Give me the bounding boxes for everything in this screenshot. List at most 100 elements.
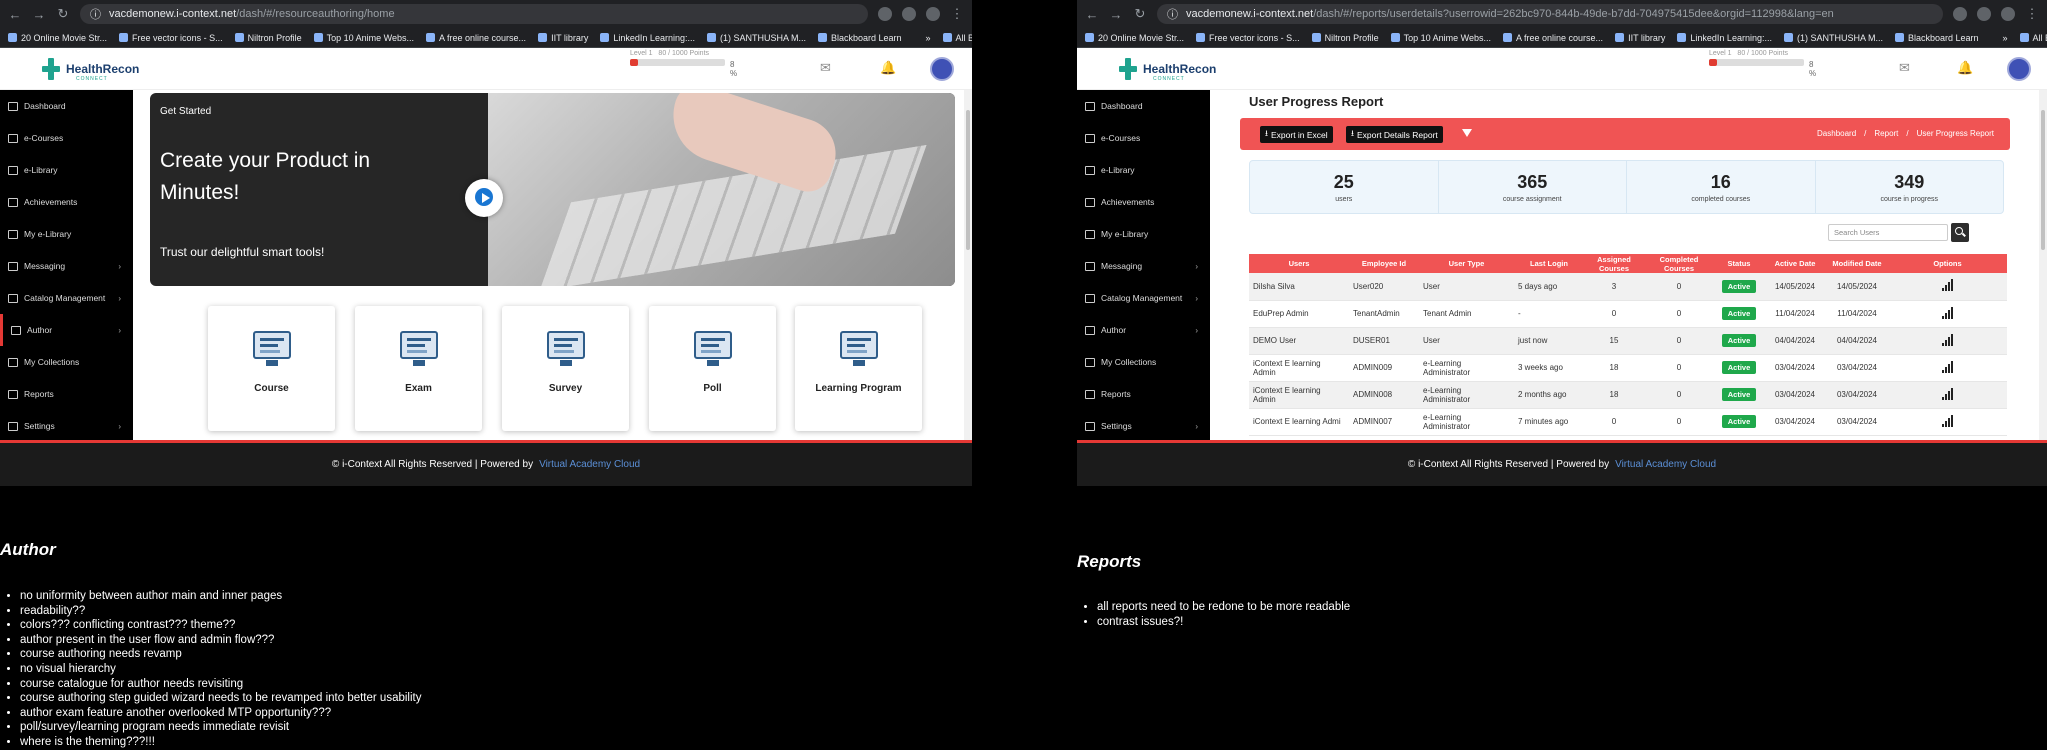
scrollbar[interactable] [2039,90,2047,440]
sidebar-item-settings[interactable]: Settings › [1077,410,1210,442]
mail-icon[interactable]: ✉ [820,60,831,76]
bookmark-item[interactable]: A free online course... [1503,33,1603,43]
progress-chart-icon[interactable] [1942,333,1953,346]
table-row[interactable]: iContext E learning Admin ADMIN009 e-Learn… [1249,354,2007,382]
column-header[interactable]: Active Date [1764,254,1826,273]
sidebar-item-my-collections[interactable]: My Collections [0,346,133,378]
footer-link[interactable]: Virtual Academy Cloud [539,459,640,470]
progress-chart-icon[interactable] [1942,360,1953,373]
profile-icon[interactable] [2001,7,2015,21]
mail-icon[interactable]: ✉ [1899,60,1910,76]
column-header[interactable]: Users [1249,254,1349,273]
bookmark-item[interactable]: Top 10 Anime Webs... [313,33,414,43]
bookmark-item[interactable]: All Bookmarks [942,33,972,43]
card-learning-program[interactable]: Learning Program [795,306,922,431]
sidebar-item-dashboard[interactable]: Dashboard [1077,90,1210,122]
column-header[interactable]: Last Login [1514,254,1584,273]
site-info-icon[interactable]: ⓘ [1167,6,1178,22]
back-icon[interactable]: ← [8,7,22,22]
sidebar-item-achievements[interactable]: Achievements [0,186,133,218]
breadcrumb-item[interactable]: Dashboard [1817,129,1856,138]
card-exam[interactable]: Exam [355,306,482,431]
bookmark-item[interactable]: Blackboard Learn [1894,33,1979,43]
sidebar-item-achievements[interactable]: Achievements [1077,186,1210,218]
sidebar-item-reports[interactable]: Reports [1077,378,1210,410]
profile-icon[interactable] [926,7,940,21]
table-row[interactable]: iContext E learning Admi ADMIN007 e-Learni… [1249,408,2007,436]
sidebar-item-my-e-library[interactable]: My e-Library [0,218,133,250]
sidebar-item-my-collections[interactable]: My Collections [1077,346,1210,378]
bookmark-item[interactable]: Free vector icons - S... [1196,33,1300,43]
address-bar[interactable]: ⓘ vacdemonew.i-context.net/dash/#/report… [1157,4,1943,24]
bookmark-item[interactable]: All Bookmarks [2019,33,2047,43]
table-row[interactable]: DEMO User DUSER01 User just now 15 0 Active 04/… [1249,327,2007,355]
extension-icon[interactable] [1953,7,1967,21]
sidebar-item-e-courses[interactable]: e-Courses [1077,122,1210,154]
bookmark-item[interactable]: Blackboard Learn [817,33,902,43]
sidebar-item-messaging[interactable]: Messaging › [1077,250,1210,282]
column-header[interactable]: Assigned Courses [1584,254,1644,273]
extension-icon[interactable] [1977,7,1991,21]
sidebar-item-dashboard[interactable]: Dashboard [0,90,133,122]
bookmark-item[interactable]: 20 Online Movie Str... [1085,33,1184,43]
footer-link[interactable]: Virtual Academy Cloud [1615,459,1716,470]
card-poll[interactable]: Poll [649,306,776,431]
sidebar-item-author[interactable]: Author › [1077,314,1210,346]
extension-icon[interactable] [902,7,916,21]
export-details-button[interactable]: ⭳ Export Details Report [1346,126,1443,143]
bookmark-item[interactable]: (1) SANTHUSHA M... [1783,33,1883,43]
search-users-input[interactable]: Search Users [1828,224,1948,241]
address-bar[interactable]: ⓘ vacdemonew.i-context.net/dash/#/resour… [80,4,868,24]
column-header[interactable]: Status [1714,254,1764,273]
sidebar-item-catalog-management[interactable]: Catalog Management › [1077,282,1210,314]
scrollbar[interactable] [964,90,972,440]
sidebar-item-e-library[interactable]: e-Library [0,154,133,186]
column-header[interactable]: Employee Id [1349,254,1419,273]
sidebar-item-catalog-management[interactable]: Catalog Management › [0,282,133,314]
bookmarks-overflow-icon[interactable]: » [926,33,931,43]
column-header[interactable]: Modified Date [1826,254,1888,273]
progress-chart-icon[interactable] [1942,414,1953,427]
card-survey[interactable]: Survey [502,306,629,431]
progress-chart-icon[interactable] [1942,306,1953,319]
sidebar-item-messaging[interactable]: Messaging › [0,250,133,282]
avatar[interactable] [930,57,954,81]
avatar[interactable] [2007,57,2031,81]
forward-icon[interactable]: → [1109,7,1123,22]
bookmark-item[interactable]: Top 10 Anime Webs... [1390,33,1491,43]
bookmark-item[interactable]: LinkedIn Learning:... [600,33,695,43]
table-row[interactable]: iContext E learning Admin ADMIN008 e-Learn… [1249,381,2007,409]
table-row[interactable]: EduPrep Admin TenantAdmin Tenant Admin -0 0 A… [1249,300,2007,328]
breadcrumb-item[interactable]: Report [1874,129,1898,138]
back-icon[interactable]: ← [1085,7,1099,22]
bookmark-item[interactable]: LinkedIn Learning:... [1677,33,1772,43]
sidebar-item-my-e-library[interactable]: My e-Library [1077,218,1210,250]
filter-icon[interactable] [1462,129,1472,137]
sidebar-item-e-library[interactable]: e-Library [1077,154,1210,186]
table-row[interactable]: Dilsha Silva User020 User 5 days ago 3 0 Activ… [1249,273,2007,301]
card-course[interactable]: Course [208,306,335,431]
bookmark-item[interactable]: Niltron Profile [234,33,302,43]
export-excel-button[interactable]: ⭳ Export in Excel [1260,126,1333,143]
bookmarks-overflow-icon[interactable]: » [2003,33,2008,43]
bell-icon[interactable]: 🔔 [1957,60,1973,76]
reload-icon[interactable]: ↻ [1133,6,1147,22]
sidebar-item-author[interactable]: Author › [0,314,133,346]
sidebar-item-reports[interactable]: Reports [0,378,133,410]
column-header[interactable]: Completed Courses [1644,254,1714,273]
bookmark-item[interactable]: IIT library [538,33,588,43]
sidebar-item-e-courses[interactable]: e-Courses [0,122,133,154]
menu-icon[interactable]: ⋮ [950,6,964,22]
column-header[interactable]: Options [1888,254,2007,273]
reload-icon[interactable]: ↻ [56,6,70,22]
column-header[interactable]: User Type [1419,254,1514,273]
sidebar-item-settings[interactable]: Settings › [0,410,133,442]
breadcrumb-item[interactable]: User Progress Report [1917,129,1994,138]
menu-icon[interactable]: ⋮ [2025,6,2039,22]
progress-chart-icon[interactable] [1942,279,1953,292]
progress-chart-icon[interactable] [1942,387,1953,400]
bookmark-item[interactable]: 20 Online Movie Str... [8,33,107,43]
bookmark-item[interactable]: Free vector icons - S... [119,33,223,43]
site-info-icon[interactable]: ⓘ [90,6,101,22]
play-video-button[interactable] [465,179,503,217]
